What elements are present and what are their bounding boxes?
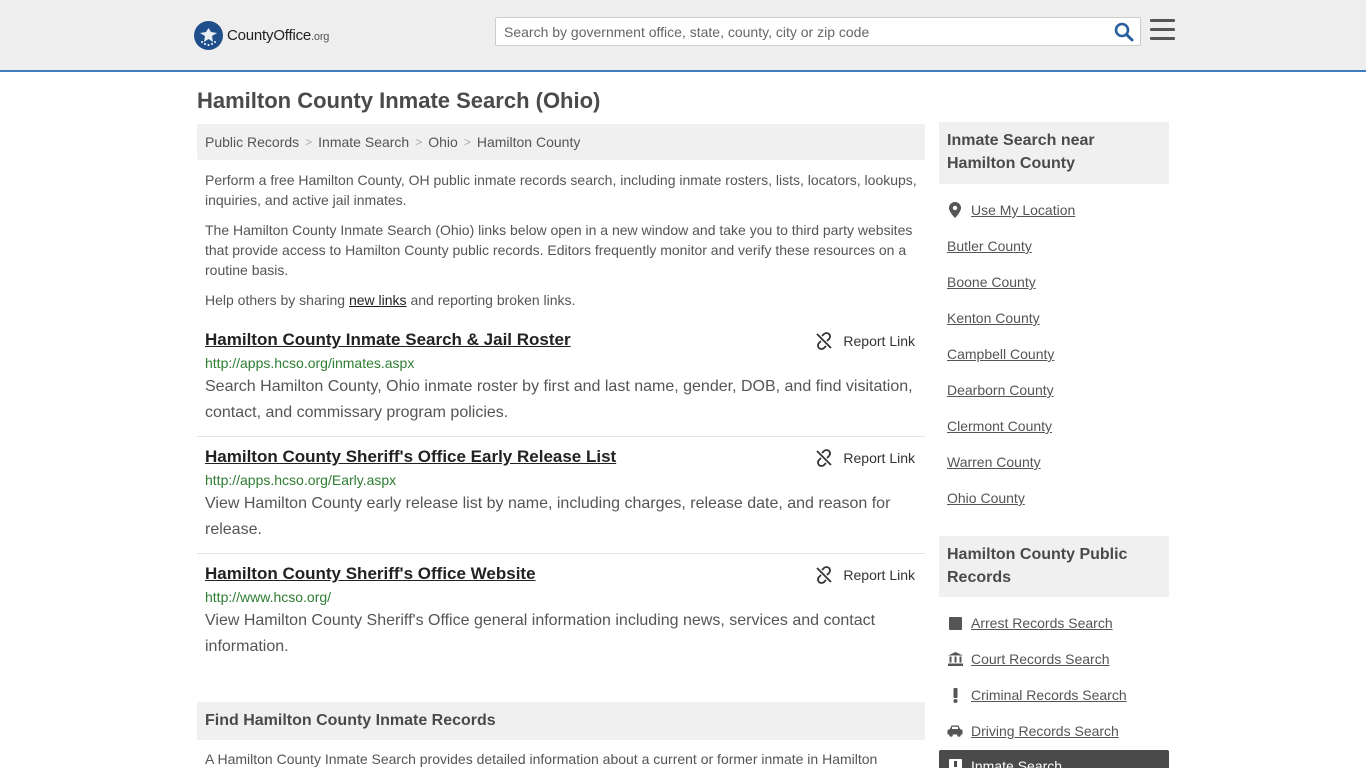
search-input[interactable] — [496, 18, 1106, 45]
breadcrumb-public-records[interactable]: Public Records — [205, 134, 299, 150]
report-link-button[interactable]: Report Link — [815, 566, 915, 584]
result-description: View Hamilton County early release list … — [205, 495, 891, 538]
result-url: http://www.hcso.org/ — [205, 589, 332, 605]
arrest-records-link[interactable]: Arrest Records Search — [947, 615, 1113, 631]
report-link-button[interactable]: Report Link — [815, 332, 915, 350]
intro-text: Help others by sharing — [205, 292, 349, 308]
breadcrumb-inmate-search[interactable]: Inmate Search — [318, 134, 409, 150]
page-title: Hamilton County Inmate Search (Ohio) — [197, 88, 601, 113]
use-my-location-label: Use My Location — [971, 202, 1076, 218]
intro-text: and reporting broken links. — [406, 292, 576, 308]
result-item: Hamilton County Sheriff's Office Early R… — [197, 447, 925, 554]
sidebar-records-heading: Hamilton County Public Records — [939, 536, 1169, 597]
breadcrumb-separator: > — [305, 135, 313, 149]
intro-paragraph-3: Help others by sharing new links and rep… — [205, 290, 921, 310]
sidebar-link-kenton-county[interactable]: Kenton County — [947, 310, 1040, 326]
exclamation-icon — [947, 687, 963, 703]
logo-text: CountyOffice.org — [227, 27, 329, 44]
find-records-text: A Hamilton County Inmate Search provides… — [205, 751, 878, 767]
intro-paragraph-2: The Hamilton County Inmate Search (Ohio)… — [205, 222, 913, 278]
report-link-label: Report Link — [843, 567, 915, 583]
breadcrumb-separator: > — [463, 135, 471, 149]
logo-text-main: CountyOffice — [227, 26, 312, 44]
court-records-label: Court Records Search — [971, 651, 1110, 667]
use-my-location-link[interactable]: Use My Location — [947, 202, 1075, 218]
broken-link-icon — [816, 566, 833, 584]
inmate-icon — [947, 758, 963, 768]
breadcrumb-hamilton-county[interactable]: Hamilton County — [477, 134, 581, 150]
sidebar-link-warren-county[interactable]: Warren County — [947, 454, 1041, 470]
hamburger-menu-icon[interactable] — [1150, 19, 1175, 42]
new-links-link[interactable]: new links — [349, 292, 407, 308]
criminal-records-label: Criminal Records Search — [971, 687, 1127, 703]
breadcrumb-separator: > — [415, 135, 423, 149]
find-records-heading: Find Hamilton County Inmate Records — [197, 702, 925, 740]
sidebar-near-heading: Inmate Search near Hamilton County — [939, 122, 1169, 184]
site-logo[interactable]: CountyOffice.org — [194, 20, 329, 50]
result-title-link[interactable]: Hamilton County Sheriff's Office Website — [205, 564, 536, 584]
car-icon — [947, 723, 963, 739]
sidebar-link-butler-county[interactable]: Butler County — [947, 238, 1032, 254]
sidebar-item-inmate-search-active[interactable]: Inmate Search — [939, 750, 1169, 768]
result-url: http://apps.hcso.org/Early.aspx — [205, 472, 397, 488]
logo-seal-icon — [194, 20, 223, 50]
sidebar-link-campbell-county[interactable]: Campbell County — [947, 346, 1054, 362]
breadcrumb: Public Records > Inmate Search > Ohio > … — [197, 124, 925, 160]
report-link-label: Report Link — [843, 450, 915, 466]
sidebar-link-dearborn-county[interactable]: Dearborn County — [947, 382, 1054, 398]
result-item: Hamilton County Sheriff's Office Website… — [197, 564, 925, 671]
result-url: http://apps.hcso.org/inmates.aspx — [205, 355, 415, 371]
result-description: View Hamilton County Sheriff's Office ge… — [205, 612, 876, 655]
result-title-link[interactable]: Hamilton County Inmate Search & Jail Ros… — [205, 330, 571, 350]
court-records-link[interactable]: Court Records Search — [947, 651, 1110, 667]
search-icon[interactable] — [1114, 22, 1134, 42]
intro-paragraph-1: Perform a free Hamilton County, OH publi… — [205, 172, 917, 208]
breadcrumb-ohio[interactable]: Ohio — [428, 134, 458, 150]
courthouse-icon — [947, 651, 963, 667]
sidebar-link-boone-county[interactable]: Boone County — [947, 274, 1036, 290]
driving-records-label: Driving Records Search — [971, 723, 1119, 739]
driving-records-link[interactable]: Driving Records Search — [947, 723, 1119, 739]
logo-text-org: .org — [311, 30, 330, 43]
search-box — [495, 17, 1141, 46]
inmate-search-label: Inmate Search — [971, 758, 1063, 768]
sidebar-link-ohio-county[interactable]: Ohio County — [947, 490, 1025, 506]
criminal-records-link[interactable]: Criminal Records Search — [947, 687, 1127, 703]
result-item: Hamilton County Inmate Search & Jail Ros… — [197, 330, 925, 437]
site-header: CountyOffice.org — [0, 0, 1366, 72]
result-title-link[interactable]: Hamilton County Sheriff's Office Early R… — [205, 447, 616, 467]
broken-link-icon — [816, 332, 833, 350]
square-icon — [947, 615, 963, 631]
result-description: Search Hamilton County, Ohio inmate rost… — [205, 378, 913, 421]
location-pin-icon — [947, 202, 963, 218]
broken-link-icon — [816, 449, 833, 467]
sidebar-link-clermont-county[interactable]: Clermont County — [947, 418, 1052, 434]
arrest-records-label: Arrest Records Search — [971, 615, 1113, 631]
report-link-label: Report Link — [843, 333, 915, 349]
report-link-button[interactable]: Report Link — [815, 449, 915, 467]
